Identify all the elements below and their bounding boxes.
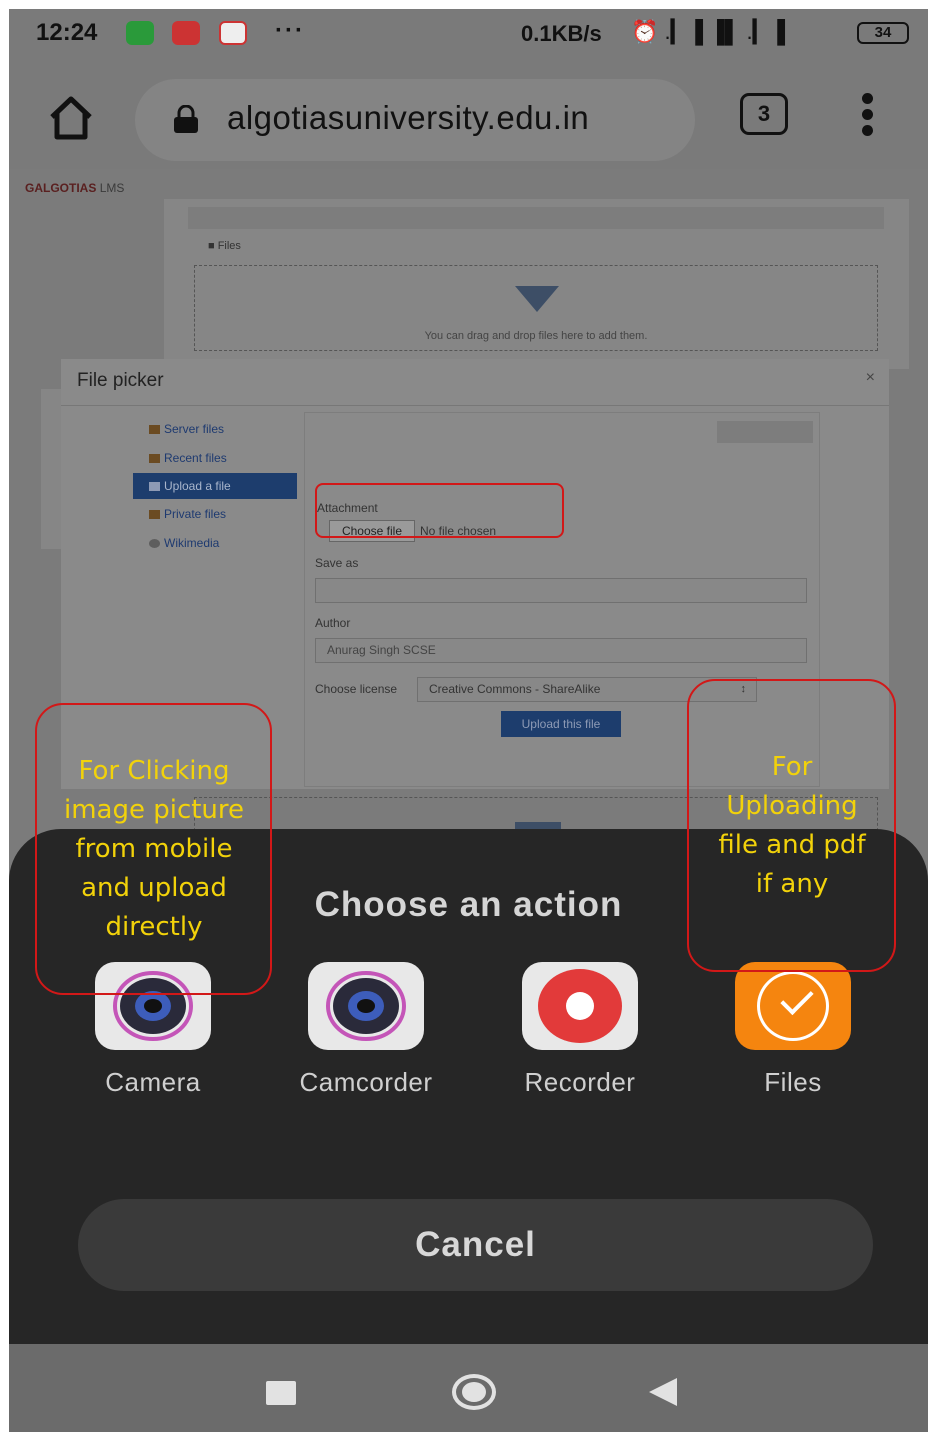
recorder-icon — [522, 962, 638, 1050]
file-picker-title: File picker — [77, 370, 164, 391]
file-manager: ■ Files You can drag and drop files here… — [164, 199, 909, 369]
camera-label: Camera — [105, 1067, 201, 1097]
notification-overflow-icon: ··· — [275, 17, 305, 44]
network-speed: 0.1KB/s — [521, 21, 602, 46]
status-bar: 12:24 ··· 0.1KB/s ⏰ .▎▐ ▐▌ .▎▐ 34 — [9, 9, 928, 59]
signal-icons: ⏰ .▎▐ ▐▌ .▎▐ — [631, 19, 786, 44]
upload-this-file-button[interactable]: Upload this file — [501, 711, 621, 737]
camcorder-action[interactable]: Camcorder — [276, 962, 456, 1102]
url-bar[interactable]: algotiasuniversity.edu.in — [135, 79, 695, 161]
chrome-icon — [172, 21, 200, 45]
camcorder-icon — [308, 962, 424, 1050]
home-icon[interactable] — [47, 95, 95, 141]
system-nav-bar — [9, 1344, 928, 1432]
choose-file-highlight — [315, 483, 564, 538]
cancel-button[interactable]: Cancel — [78, 1199, 873, 1291]
repo-recent-files[interactable]: Recent files — [133, 445, 297, 471]
back-button[interactable] — [649, 1378, 677, 1406]
recorder-label: Recorder — [524, 1067, 636, 1097]
upload-icon — [149, 482, 160, 492]
repo-upload-a-file[interactable]: Upload a file — [133, 473, 297, 499]
files-folder-label: ■ Files — [208, 240, 241, 252]
view-toggle-toolbar — [717, 421, 813, 443]
divider — [61, 405, 889, 406]
tab-switcher-button[interactable]: 3 — [740, 93, 788, 135]
repo-wikimedia[interactable]: Wikimedia — [133, 530, 297, 556]
files-label: Files — [764, 1067, 822, 1097]
files-annotation-text: For Uploading file and pdf if any — [718, 752, 866, 899]
gmail-icon — [219, 21, 247, 45]
url-text: algotiasuniversity.edu.in — [227, 99, 590, 136]
lms-logo: GALGOTIAS LMS — [25, 181, 125, 195]
recorder-action[interactable]: Recorder — [490, 962, 670, 1102]
file-manager-toolbar — [188, 207, 884, 229]
save-as-input[interactable] — [315, 578, 807, 603]
recents-button[interactable] — [266, 1381, 296, 1405]
files-icon — [735, 962, 851, 1050]
drop-zone[interactable]: You can drag and drop files here to add … — [194, 265, 878, 351]
author-input[interactable]: Anurag Singh SCSE — [315, 638, 807, 663]
repo-server-files[interactable]: Server files — [133, 416, 297, 442]
lock-icon — [174, 105, 198, 133]
repo-private-files[interactable]: Private files — [133, 501, 297, 527]
browser-toolbar: algotiasuniversity.edu.in 3 — [9, 59, 928, 169]
drop-hint: You can drag and drop files here to add … — [424, 330, 648, 342]
battery-icon: 34 — [857, 22, 909, 44]
whatsapp-icon — [126, 21, 154, 45]
drop-arrow-icon — [515, 286, 559, 312]
repository-icon — [149, 510, 160, 520]
camera-annotation-text: For Clicking image picture from mobile a… — [63, 756, 245, 942]
checkmark-icon — [757, 971, 829, 1041]
repository-icon — [149, 425, 160, 435]
home-button[interactable] — [452, 1374, 496, 1410]
side-block — [41, 389, 63, 549]
close-icon[interactable]: × — [866, 369, 875, 387]
save-as-label: Save as — [315, 556, 359, 570]
license-label: Choose license — [315, 682, 398, 696]
record-dot-icon — [538, 969, 622, 1043]
camcorder-lens-icon — [326, 971, 406, 1041]
browser-menu-icon[interactable] — [855, 93, 881, 137]
files-action[interactable]: Files — [703, 962, 883, 1102]
phone-screen: 12:24 ··· 0.1KB/s ⏰ .▎▐ ▐▌ .▎▐ 34 algoti… — [9, 9, 928, 1432]
camcorder-label: Camcorder — [299, 1067, 433, 1097]
wikimedia-icon — [149, 539, 160, 549]
author-label: Author — [315, 616, 351, 630]
repository-icon — [149, 454, 160, 464]
status-time: 12:24 — [36, 19, 98, 46]
